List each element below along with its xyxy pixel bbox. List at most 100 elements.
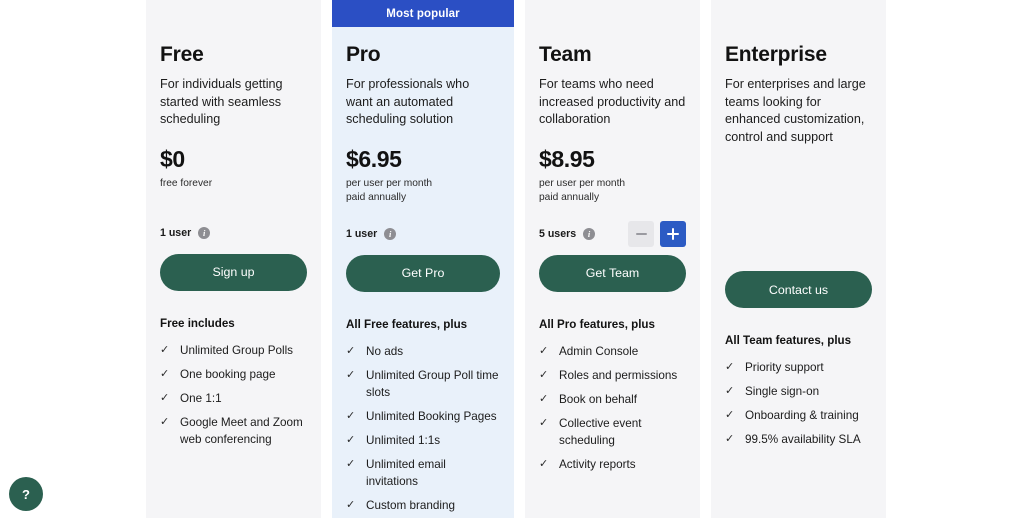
seats-increment-button[interactable] — [660, 220, 686, 247]
feature-item: ✓ Activity reports — [539, 456, 686, 473]
feature-label: 99.5% availability SLA — [745, 433, 861, 446]
plan-name: Enterprise — [725, 43, 827, 66]
feature-label: Onboarding & training — [745, 409, 859, 422]
seats-row: 1 user i — [346, 217, 500, 251]
plan-body-team: Team For teams who need increased product… — [525, 27, 700, 518]
feature-item: ✓ Unlimited email invitations — [346, 456, 500, 490]
check-icon: ✓ — [725, 385, 735, 397]
plan-body-free: Free For individuals getting started with… — [146, 27, 321, 518]
info-icon[interactable]: i — [198, 226, 211, 239]
plan-name: Pro — [346, 43, 381, 66]
check-icon: ✓ — [160, 343, 170, 356]
feature-label: Roles and permissions — [559, 368, 678, 382]
feature-label: Unlimited Group Poll time slots — [366, 368, 499, 399]
check-icon: ✓ — [539, 457, 549, 470]
plan-tagline: For enterprises and large teams looking … — [725, 77, 866, 144]
check-icon: ✓ — [346, 368, 356, 381]
price-block — [725, 163, 872, 221]
feature-item: ✓ Priority support — [725, 359, 872, 376]
plan-card-pro: Most popular Pro For professionals who wan… — [332, 0, 514, 518]
check-icon: ✓ — [725, 433, 735, 445]
feature-item: ✓ Unlimited Group Poll time slots — [346, 367, 500, 401]
feature-item: ✓ Unlimited Booking Pages — [346, 408, 500, 425]
plan-body-enterprise: Enterprise For enterprises and large team… — [711, 27, 886, 518]
feature-item: ✓ Book on behalf — [539, 391, 686, 408]
feature-item: ✓ Unlimited 1:1s — [346, 432, 500, 449]
plan-price: $8.95 — [539, 145, 595, 172]
plus-icon — [667, 227, 679, 240]
seats-label: 1 user — [160, 226, 192, 239]
price-note-line: free forever — [160, 177, 213, 189]
feature-label: No ads — [366, 344, 404, 358]
features-title: Free includes — [160, 316, 235, 330]
seats-row: 5 users i — [539, 217, 686, 251]
plan-card-enterprise: Enterprise For enterprises and large team… — [711, 0, 886, 518]
seats-label: 5 users — [539, 227, 577, 240]
price-note-line: paid annually — [346, 192, 407, 203]
check-icon: ✓ — [346, 457, 356, 470]
plan-name: Team — [539, 43, 592, 66]
seats-stepper — [628, 220, 686, 247]
feature-label: Single sign-on — [745, 385, 820, 398]
check-icon: ✓ — [346, 344, 356, 357]
check-icon: ✓ — [160, 367, 170, 380]
feature-item: ✓ One booking page — [160, 366, 307, 383]
check-icon: ✓ — [160, 415, 170, 428]
feature-item: ✓ Onboarding & training — [725, 407, 872, 424]
feature-item: ✓ Custom branding — [346, 497, 500, 514]
features-title: All Pro features, plus — [539, 317, 655, 331]
check-icon: ✓ — [160, 391, 170, 404]
feature-label: Collective event scheduling — [559, 416, 642, 447]
check-icon: ✓ — [539, 368, 549, 381]
plan-name: Free — [160, 43, 204, 66]
plan-body-pro: Pro For professionals who want an automat… — [332, 27, 514, 518]
feature-label: Admin Console — [559, 344, 639, 358]
help-button[interactable]: ? — [9, 477, 43, 511]
check-icon: ✓ — [539, 416, 549, 429]
features-list: ✓ Unlimited Group Polls ✓ One booking page ✓… — [160, 342, 307, 455]
feature-label: Activity reports — [559, 457, 636, 471]
feature-item: ✓ Google Meet and Zoom web conferencing — [160, 414, 307, 448]
price-block: $8.95 per user per month paid annually — [539, 146, 686, 205]
plan-price: $6.95 — [346, 145, 402, 172]
price-note-line: paid annually — [539, 192, 600, 203]
features-title: All Free features, plus — [346, 317, 468, 331]
feature-label: Unlimited email invitations — [366, 457, 446, 488]
most-popular-badge: Most popular — [332, 0, 514, 27]
feature-item: ✓ No ads — [346, 343, 500, 360]
features-list: ✓ Admin Console ✓ Roles and permissions ✓ Boo… — [539, 343, 686, 480]
price-note-line: per user per month — [539, 177, 626, 189]
feature-item: ✓ Collective event scheduling — [539, 415, 686, 449]
seats-row — [725, 233, 872, 267]
pricing-plan-list: Free For individuals getting started with… — [146, 0, 886, 518]
feature-item: ✓ Unlimited Group Polls — [160, 342, 307, 359]
seats-row: 1 user i — [160, 216, 307, 250]
check-icon: ✓ — [539, 344, 549, 357]
feature-label: Priority support — [745, 361, 824, 374]
feature-label: Google Meet and Zoom web conferencing — [180, 415, 303, 446]
cta-button-enterprise[interactable]: Contact us — [725, 271, 872, 308]
check-icon: ✓ — [725, 361, 735, 373]
feature-label: Book on behalf — [559, 392, 637, 406]
feature-item: ✓ Single sign-on — [725, 383, 872, 400]
feature-label: One booking page — [180, 367, 276, 381]
pricing-page: Free For individuals getting started with… — [0, 0, 1024, 518]
check-icon: ✓ — [346, 498, 356, 511]
check-icon: ✓ — [725, 409, 735, 421]
features-list: ✓ No ads ✓ Unlimited Group Poll time slots ✓… — [346, 343, 500, 518]
cta-button-free[interactable]: Sign up — [160, 253, 307, 291]
info-icon[interactable]: i — [583, 227, 596, 240]
badge-spacer — [711, 0, 886, 27]
info-icon[interactable]: i — [384, 227, 397, 240]
feature-label: Custom branding — [366, 498, 456, 512]
cta-button-pro[interactable]: Get Pro — [346, 254, 500, 292]
feature-item: ✓ One 1:1 — [160, 390, 307, 407]
price-block: $0 free forever — [160, 146, 307, 204]
feature-label: Unlimited Booking Pages — [366, 409, 497, 423]
cta-button-team[interactable]: Get Team — [539, 254, 686, 292]
check-icon: ✓ — [539, 392, 549, 405]
feature-item: ✓ 99.5% availability SLA — [725, 431, 872, 448]
seats-decrement-button[interactable] — [628, 220, 654, 247]
plan-tagline: For professionals who want an automated … — [346, 77, 470, 126]
features-title: All Team features, plus — [725, 334, 852, 347]
